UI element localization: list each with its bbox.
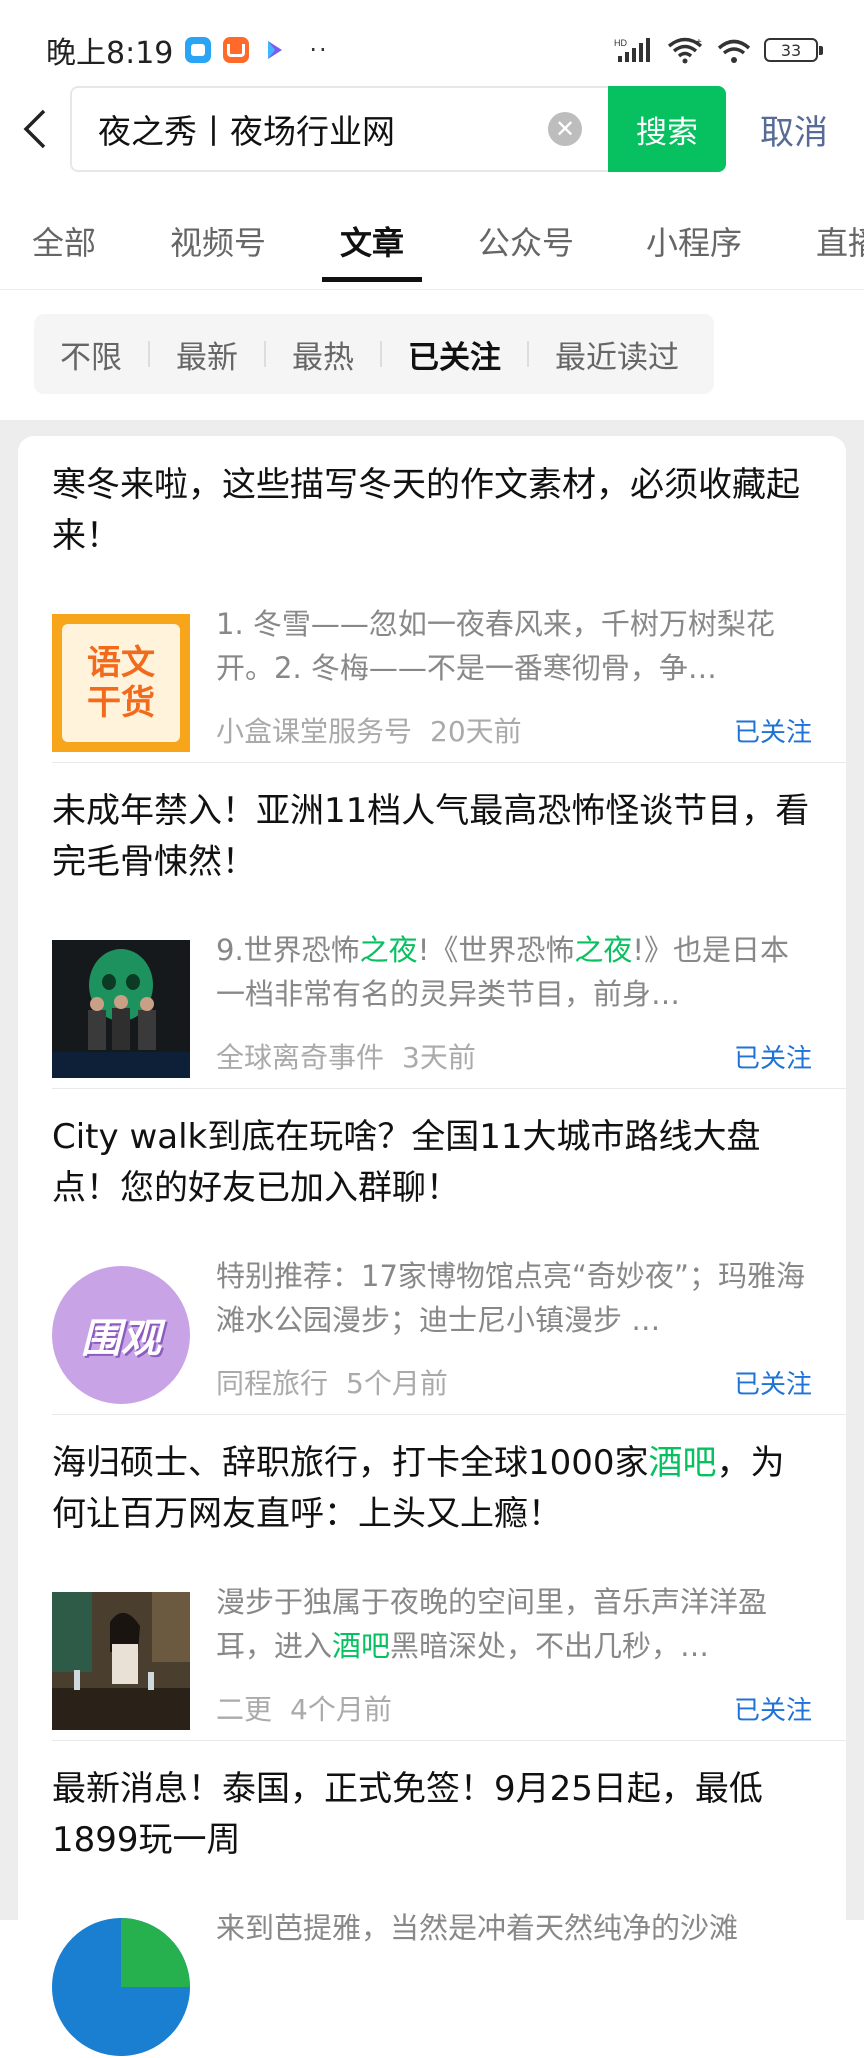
list-divider — [52, 1088, 846, 1089]
article-thumbnail — [52, 1918, 190, 2056]
article-snippet: 来到芭提雅，当然是冲着天然纯净的沙滩 — [216, 1911, 739, 1945]
article-meta: 同程旅行 5个月前 — [216, 1362, 448, 1402]
article-time: 3天前 — [402, 1041, 476, 1074]
filter-divider — [148, 341, 150, 367]
article-item[interactable]: 未成年禁入！亚洲11档人气最高恐怖怪谈节目，看完毛骨悚然！ 9.世界恐怖之夜!《… — [52, 786, 812, 1078]
play-app-icon — [261, 37, 287, 63]
thumbnail-text: 干货 — [87, 683, 155, 723]
status-app-icons: ·· — [185, 36, 328, 64]
article-item[interactable]: 海归硕士、辞职旅行，打卡全球1000家酒吧，为何让百万网友直呼：上头又上瘾！ 漫… — [52, 1438, 812, 1730]
article-source[interactable]: 同程旅行 — [216, 1367, 328, 1400]
article-source[interactable]: 二更 — [216, 1693, 272, 1726]
snippet-highlight: 酒吧 — [332, 1629, 391, 1663]
article-meta: 二更 4个月前 — [216, 1688, 392, 1728]
filter-divider — [527, 341, 529, 367]
qq-app-icon — [185, 37, 212, 63]
status-time: 晚上8:19 — [46, 36, 174, 71]
bar-photo-image — [52, 1592, 190, 1730]
filter-unlimited[interactable]: 不限 — [60, 332, 122, 377]
filter-followed[interactable]: 已关注 — [408, 332, 501, 377]
article-snippet: 1. 冬雪——忽如一夜春风来，千树万树梨花开。2. 冬梅——不是一番寒彻骨，争… — [216, 607, 775, 685]
article-source[interactable]: 全球离奇事件 — [216, 1041, 384, 1074]
filter-hottest[interactable]: 最热 — [292, 332, 354, 377]
wifi-icon: + — [667, 37, 703, 64]
search-row: 夜之秀丨夜场行业网 ✕ 搜索 取消 — [0, 84, 864, 174]
article-title[interactable]: City walk到底在玩啥？全国11大城市路线大盘点！您的好友已加入群聊！ — [52, 1112, 812, 1214]
status-indicators: HD + 33 — [614, 36, 823, 64]
back-button[interactable] — [0, 84, 70, 174]
snippet-highlight: 之夜 — [359, 933, 418, 967]
article-title[interactable]: 海归硕士、辞职旅行，打卡全球1000家酒吧，为何让百万网友直呼：上头又上瘾！ — [52, 1438, 812, 1540]
cancel-button[interactable]: 取消 — [760, 105, 828, 154]
search-button[interactable]: 搜索 — [608, 86, 726, 172]
article-body: 来到芭提雅，当然是冲着天然纯净的沙滩 — [52, 1911, 812, 2058]
filter-bar: 不限 最新 最热 已关注 最近读过 — [34, 314, 714, 394]
article-body: 语文 干货 1. 冬雪——忽如一夜春风来，千树万树梨花开。2. 冬梅——不是一番… — [52, 607, 812, 754]
followed-badge: 已关注 — [733, 1370, 812, 1400]
filter-divider — [380, 341, 382, 367]
article-item[interactable]: 寒冬来啦，这些描写冬天的作文素材，必须收藏起来！ 语文 干货 1. 冬雪——忽如… — [52, 460, 812, 752]
battery-icon: 33 — [764, 38, 823, 62]
tab-mini-programs[interactable]: 小程序 — [646, 218, 742, 264]
followed-badge: 已关注 — [733, 1044, 812, 1074]
travel-logo-image — [52, 1918, 190, 2056]
title-highlight: 酒吧 — [648, 1443, 717, 1483]
clear-search-icon[interactable]: ✕ — [548, 112, 582, 146]
article-body: 9.世界恐怖之夜!《世界恐怖之夜!》也是日本一档非常有名的灵异类节目，前身… 全… — [52, 933, 812, 1080]
article-meta: 全球离奇事件 3天前 — [216, 1036, 476, 1076]
snippet-text: 黑暗深处，不出几秒，… — [390, 1629, 710, 1663]
taobao-app-icon — [223, 37, 250, 63]
tab-live[interactable]: 直播 — [816, 218, 864, 264]
filter-latest[interactable]: 最新 — [176, 332, 238, 377]
followed-badge: 已关注 — [733, 718, 812, 748]
article-title[interactable]: 未成年禁入！亚洲11档人气最高恐怖怪谈节目，看完毛骨悚然！ — [52, 786, 812, 888]
article-time: 5个月前 — [346, 1367, 448, 1400]
list-divider — [52, 1414, 846, 1415]
article-thumbnail — [52, 940, 190, 1078]
title-text: 海归硕士、辞职旅行，打卡全球1000家 — [52, 1443, 649, 1483]
article-thumbnail: 语文 干货 — [52, 614, 190, 752]
chevron-left-icon — [23, 109, 46, 149]
tab-articles[interactable]: 文章 — [321, 218, 423, 282]
snippet-text: !《世界恐怖 — [417, 933, 575, 967]
search-input[interactable]: 夜之秀丨夜场行业网 ✕ 搜索 — [70, 86, 726, 172]
followed-badge: 已关注 — [733, 1696, 812, 1726]
list-divider — [52, 762, 846, 763]
article-body: 围观 特别推荐：17家博物馆点亮“奇妙夜”；玛雅海滩水公园漫步；迪士尼小镇漫步 … — [52, 1259, 812, 1406]
filter-recently-read[interactable]: 最近读过 — [555, 332, 679, 377]
category-tabs: 全部 视频号 文章 公众号 小程序 直播 — [0, 200, 864, 290]
article-title[interactable]: 寒冬来啦，这些描写冬天的作文素材，必须收藏起来！ — [52, 460, 812, 562]
svg-text:HD: HD — [614, 38, 627, 48]
more-notifications-icon: ·· — [309, 36, 329, 64]
article-item[interactable]: City walk到底在玩啥？全国11大城市路线大盘点！您的好友已加入群聊！ 围… — [52, 1112, 812, 1404]
tab-channels[interactable]: 视频号 — [170, 218, 266, 264]
horror-show-image — [52, 940, 190, 1078]
search-query-text[interactable]: 夜之秀丨夜场行业网 — [98, 105, 548, 153]
article-thumbnail: 围观 — [52, 1266, 190, 1404]
article-thumbnail — [52, 1592, 190, 1730]
cellular-signal-icon: HD — [614, 38, 650, 62]
article-item[interactable]: 最新消息！泰国，正式免签！9月25日起，最低1899玩一周 来到芭提雅，当然是冲… — [52, 1764, 812, 2056]
thumbnail-text: 围观 — [81, 1316, 161, 1362]
article-body: 漫步于独属于夜晚的空间里，音乐声洋洋盈耳，进入酒吧黑暗深处，不出几秒，… 二更 4… — [52, 1585, 812, 1732]
article-source[interactable]: 小盒课堂服务号 — [216, 715, 412, 748]
snippet-text: 9.世界恐怖 — [216, 933, 360, 967]
tab-all[interactable]: 全部 — [32, 218, 96, 264]
article-title[interactable]: 最新消息！泰国，正式免签！9月25日起，最低1899玩一周 — [52, 1764, 812, 1866]
article-snippet: 9.世界恐怖之夜!《世界恐怖之夜!》也是日本一档非常有名的灵异类节目，前身… — [216, 928, 812, 1016]
article-time: 20天前 — [430, 715, 522, 748]
article-meta: 小盒课堂服务号 20天前 — [216, 710, 522, 750]
article-time: 4个月前 — [290, 1693, 392, 1726]
tab-official-accounts[interactable]: 公众号 — [478, 218, 574, 264]
thumbnail-text: 语文 — [87, 643, 155, 683]
results-card: 寒冬来啦，这些描写冬天的作文素材，必须收藏起来！ 语文 干货 1. 冬雪——忽如… — [18, 436, 846, 2056]
wifi-secondary-icon — [717, 39, 751, 63]
svg-text:+: + — [696, 37, 702, 48]
article-snippet: 特别推荐：17家博物馆点亮“奇妙夜”；玛雅海滩水公园漫步；迪士尼小镇漫步 … — [216, 1259, 805, 1337]
article-snippet: 漫步于独属于夜晚的空间里，音乐声洋洋盈耳，进入酒吧黑暗深处，不出几秒，… — [216, 1580, 812, 1668]
snippet-highlight: 之夜 — [574, 933, 633, 967]
filter-divider — [264, 341, 266, 367]
list-divider — [52, 1740, 846, 1741]
